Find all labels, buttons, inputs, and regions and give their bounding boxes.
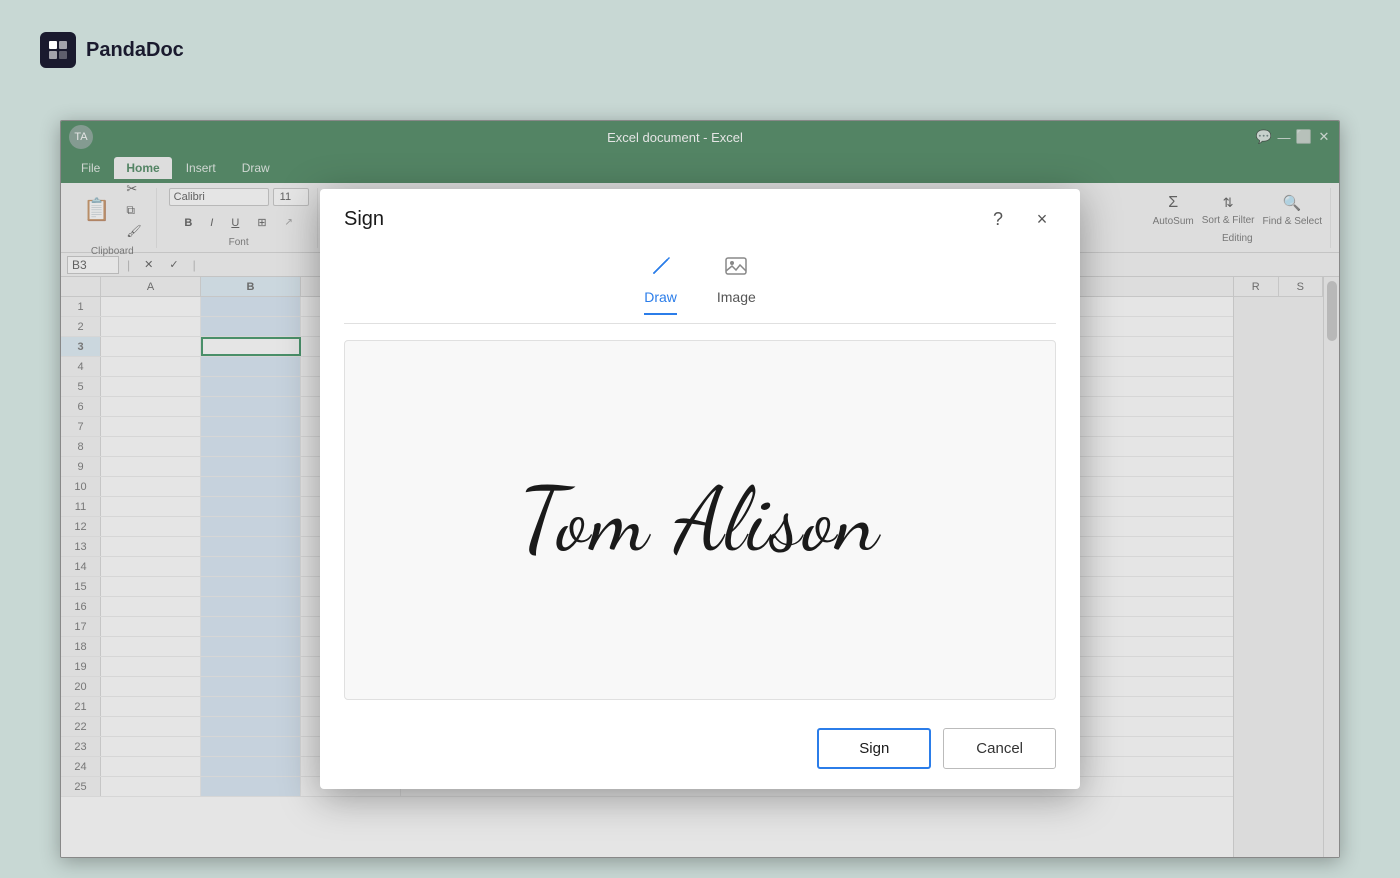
cancel-button[interactable]: Cancel — [943, 728, 1056, 769]
close-button[interactable]: × — [1028, 205, 1056, 233]
help-button[interactable]: ? — [984, 205, 1012, 233]
pandadoc-logo-icon — [40, 32, 76, 68]
signature-text: Tom Alison — [520, 467, 881, 573]
draw-tab-icon — [648, 253, 674, 285]
modal-overlay: Sign ? × Draw — [61, 121, 1339, 857]
draw-tab-label: Draw — [644, 289, 677, 305]
image-tab-icon — [723, 253, 749, 285]
signature-canvas[interactable]: Tom Alison — [344, 340, 1056, 700]
excel-window: TA Excel document - Excel 💬 — ⬜ ✕ File H… — [60, 120, 1340, 858]
sign-button[interactable]: Sign — [817, 728, 931, 769]
image-tab-label: Image — [717, 289, 756, 305]
dialog-title: Sign — [344, 208, 384, 231]
tab-draw[interactable]: Draw — [644, 253, 677, 315]
pandadoc-bar: PandaDoc — [0, 0, 1400, 100]
pandadoc-logo-text: PandaDoc — [86, 39, 184, 62]
dialog-header-right: ? × — [984, 205, 1056, 233]
dialog-header: Sign ? × — [320, 189, 1080, 245]
dialog-tabs: Draw Image — [344, 245, 1056, 324]
tab-image[interactable]: Image — [717, 253, 756, 315]
pandadoc-logo: PandaDoc — [40, 32, 184, 68]
sign-dialog: Sign ? × Draw — [320, 189, 1080, 789]
dialog-footer: Sign Cancel — [320, 716, 1080, 789]
